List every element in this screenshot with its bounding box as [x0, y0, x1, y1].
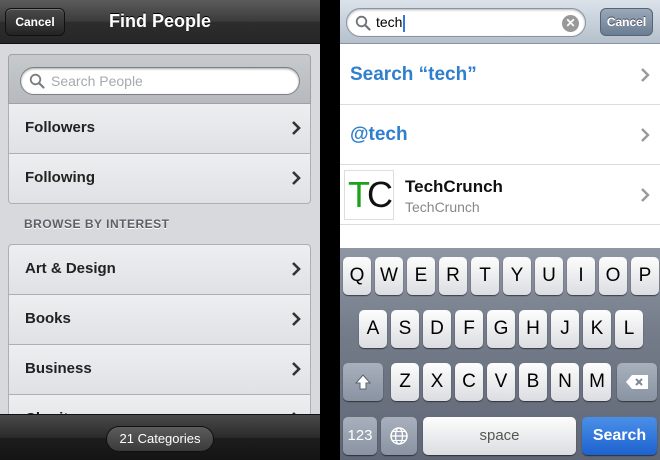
- key-y[interactable]: Y: [503, 257, 531, 295]
- key-f[interactable]: F: [455, 310, 483, 348]
- key-d[interactable]: D: [423, 310, 451, 348]
- key-j[interactable]: J: [551, 310, 579, 348]
- text-cursor: [403, 14, 406, 32]
- account-row[interactable]: TC TechCrunch TechCrunch: [340, 165, 660, 225]
- search-value: tech: [376, 14, 403, 30]
- chevron-right-icon: [292, 312, 301, 326]
- key-w[interactable]: W: [375, 257, 403, 295]
- key-v[interactable]: V: [487, 363, 515, 401]
- screenshot: Find People Cancel Search People Followe…: [0, 0, 660, 460]
- key-e[interactable]: E: [407, 257, 435, 295]
- search-key[interactable]: Search: [582, 417, 657, 455]
- chevron-right-icon: [292, 362, 301, 376]
- search-query-label: Search “tech”: [350, 64, 477, 85]
- chevron-right-icon: [641, 68, 650, 82]
- search-screen: tech ✕ Cancel Search “tech” @tech TC Tec…: [340, 0, 660, 460]
- backspace-icon: [626, 375, 648, 389]
- find-people-screen: Find People Cancel Search People Followe…: [0, 0, 320, 460]
- account-subtitle: TechCrunch: [405, 199, 480, 215]
- search-bar: tech ✕ Cancel: [340, 0, 660, 44]
- categories-count-button[interactable]: 21 Categories: [106, 426, 214, 452]
- row-label: Business: [25, 360, 92, 377]
- search-icon: [355, 15, 371, 31]
- row-following[interactable]: Following: [8, 154, 311, 204]
- row-art-design[interactable]: Art & Design: [8, 244, 311, 295]
- search-placeholder: Search People: [51, 73, 143, 89]
- key-p[interactable]: P: [631, 257, 659, 295]
- navigation-bar: Find People Cancel: [0, 0, 320, 44]
- key-h[interactable]: H: [519, 310, 547, 348]
- key-b[interactable]: B: [519, 363, 547, 401]
- search-query-row[interactable]: Search “tech”: [340, 45, 660, 105]
- bottom-toolbar: 21 Categories: [0, 414, 320, 460]
- key-l[interactable]: L: [615, 310, 643, 348]
- keyboard: Q W E R T Y U I O P A S D F G H J K L Z …: [340, 248, 660, 460]
- key-o[interactable]: O: [599, 257, 627, 295]
- search-icon: [29, 73, 45, 89]
- shift-key[interactable]: [343, 363, 383, 401]
- row-books[interactable]: Books: [8, 295, 311, 345]
- search-input[interactable]: tech ✕: [346, 8, 586, 37]
- search-people-input[interactable]: Search People: [20, 67, 300, 95]
- key-s[interactable]: S: [391, 310, 419, 348]
- chevron-right-icon: [292, 262, 301, 276]
- chevron-right-icon: [292, 121, 301, 135]
- handle-label: @tech: [350, 124, 408, 145]
- key-c[interactable]: C: [455, 363, 483, 401]
- key-m[interactable]: M: [583, 363, 611, 401]
- section-header: BROWSE BY INTEREST: [24, 217, 170, 231]
- chevron-right-icon: [641, 188, 650, 202]
- search-text: tech: [376, 9, 406, 36]
- key-z[interactable]: Z: [391, 363, 419, 401]
- key-r[interactable]: R: [439, 257, 467, 295]
- row-label: Followers: [25, 119, 96, 136]
- key-x[interactable]: X: [423, 363, 451, 401]
- delete-key[interactable]: [617, 363, 657, 401]
- account-name: TechCrunch: [405, 177, 503, 196]
- space-key[interactable]: space: [423, 417, 576, 455]
- key-k[interactable]: K: [583, 310, 611, 348]
- cancel-button[interactable]: Cancel: [5, 8, 65, 36]
- numbers-key[interactable]: 123: [343, 417, 377, 455]
- key-n[interactable]: N: [551, 363, 579, 401]
- shift-icon: [354, 374, 372, 390]
- row-label: Art & Design: [25, 260, 116, 277]
- key-a[interactable]: A: [359, 310, 387, 348]
- globe-icon: [390, 427, 408, 445]
- avatar: TC: [344, 170, 394, 220]
- cancel-button[interactable]: Cancel: [600, 8, 653, 36]
- row-label: Following: [25, 169, 95, 186]
- clear-icon[interactable]: ✕: [562, 15, 579, 32]
- search-bar: Search People: [8, 54, 311, 104]
- key-g[interactable]: G: [487, 310, 515, 348]
- key-t[interactable]: T: [471, 257, 499, 295]
- row-followers[interactable]: Followers: [8, 104, 311, 154]
- handle-row[interactable]: @tech: [340, 105, 660, 165]
- chevron-right-icon: [292, 171, 301, 185]
- row-business[interactable]: Business: [8, 345, 311, 395]
- key-q[interactable]: Q: [343, 257, 371, 295]
- globe-key[interactable]: [381, 417, 417, 455]
- key-u[interactable]: U: [535, 257, 563, 295]
- row-label: Books: [25, 310, 71, 327]
- key-i[interactable]: I: [567, 257, 595, 295]
- chevron-right-icon: [641, 128, 650, 142]
